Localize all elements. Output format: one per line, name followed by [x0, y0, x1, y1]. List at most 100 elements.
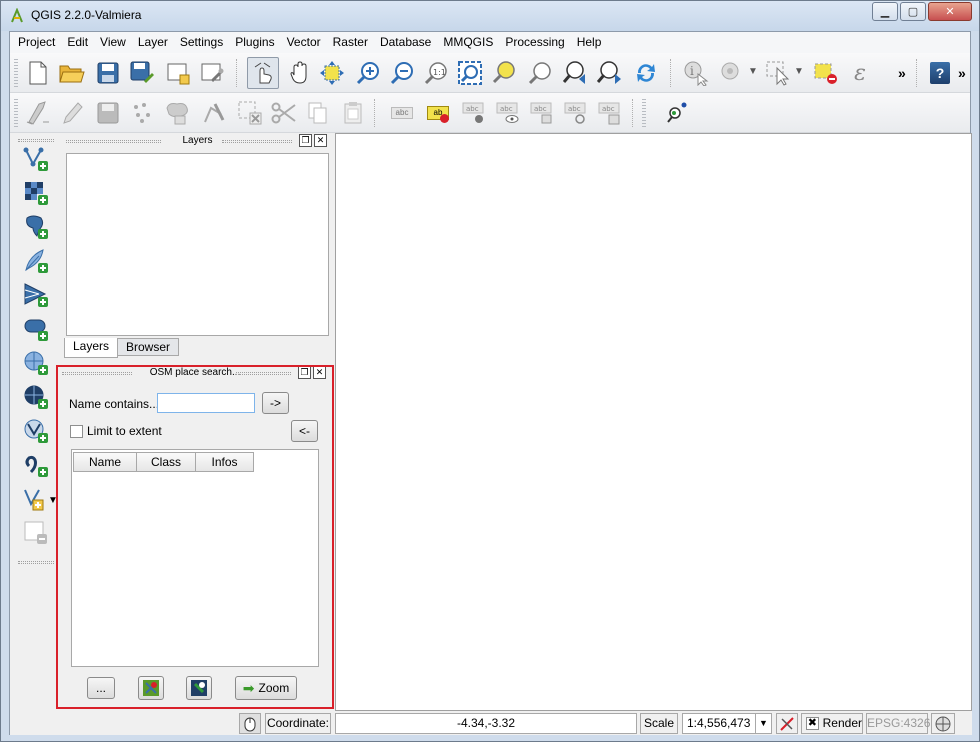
new-shapefile-icon[interactable] — [22, 485, 50, 513]
edit-pencil-icon[interactable] — [58, 99, 86, 127]
zoom-layer-icon[interactable] — [526, 59, 554, 87]
menu-mmqgis[interactable]: MMQGIS — [437, 32, 499, 53]
pan-icon[interactable] — [286, 59, 314, 87]
move-label-icon[interactable]: abc — [528, 99, 556, 127]
toolbar-grip[interactable] — [14, 59, 18, 87]
add-spatialite-layer-icon[interactable] — [22, 247, 50, 275]
add-postgis-layer-icon[interactable] — [22, 213, 50, 241]
layers-tree[interactable] — [66, 153, 329, 336]
svg-text:abc: abc — [568, 105, 581, 113]
save-project-icon[interactable] — [94, 59, 122, 87]
render-toggle[interactable]: ✖ Render — [801, 713, 863, 734]
cut-icon[interactable] — [270, 99, 298, 127]
tab-layers[interactable]: Layers — [64, 338, 119, 358]
stop-render-button[interactable] — [776, 713, 798, 734]
rotate-label-icon[interactable]: abc — [562, 99, 590, 127]
select-icon[interactable] — [764, 59, 792, 87]
stop-render-icon — [780, 716, 794, 731]
pin-label-icon[interactable]: abc — [460, 99, 488, 127]
copy-icon[interactable] — [304, 99, 332, 127]
crs-button[interactable] — [931, 713, 955, 734]
new-print-composer-icon[interactable] — [164, 59, 192, 87]
add-wfs-layer-icon[interactable] — [22, 417, 50, 445]
zoom-full-icon[interactable] — [456, 59, 484, 87]
add-oracle-layer-icon[interactable] — [22, 315, 50, 343]
add-mssql-layer-icon[interactable] — [22, 281, 50, 309]
highlight-box — [56, 365, 334, 709]
delete-selected-icon[interactable] — [236, 99, 264, 127]
remove-layer-icon[interactable] — [22, 519, 50, 547]
zoom-in-icon[interactable] — [354, 59, 382, 87]
add-raster-layer-icon[interactable] — [22, 179, 50, 207]
menu-processing[interactable]: Processing — [499, 32, 570, 53]
qgis-logo-icon — [11, 8, 23, 23]
help-icon[interactable]: ? — [926, 59, 954, 87]
touch-zoom-pan-icon[interactable] — [247, 57, 279, 89]
tab-browser[interactable]: Browser — [117, 338, 180, 356]
label-icon[interactable]: abc — [388, 99, 416, 127]
pan-to-selection-icon[interactable] — [318, 59, 346, 87]
layers-float-button[interactable]: ❐ — [299, 134, 312, 147]
layers-panel-title-bar[interactable]: Layers — [62, 133, 333, 149]
node-tool-icon[interactable] — [200, 99, 228, 127]
change-label-icon[interactable]: abc — [596, 99, 624, 127]
toggle-extents-button[interactable] — [239, 713, 261, 734]
menu-plugins[interactable]: Plugins — [229, 32, 280, 53]
scale-field[interactable]: 1:4,556,473 ▼ — [682, 713, 772, 734]
deselect-icon[interactable] — [812, 59, 840, 87]
new-project-icon[interactable] — [24, 59, 52, 87]
maximize-button[interactable]: ▢ — [900, 2, 926, 21]
add-delimited-text-icon[interactable] — [22, 451, 50, 479]
add-vector-layer-icon[interactable] — [22, 145, 50, 173]
digitize-icon[interactable] — [24, 99, 52, 127]
add-feature-icon[interactable] — [128, 99, 156, 127]
scale-dropdown-icon[interactable]: ▼ — [755, 714, 771, 733]
menu-view[interactable]: View — [94, 32, 132, 53]
crs-status[interactable]: EPSG:4326 — [866, 713, 930, 734]
minimize-button[interactable]: ▁ — [872, 2, 898, 21]
save-as-icon[interactable] — [128, 59, 156, 87]
label-highlight-icon[interactable]: ab — [424, 99, 452, 127]
add-wms-layer-icon[interactable] — [22, 349, 50, 377]
close-button[interactable]: ✕ — [928, 2, 972, 21]
map-canvas[interactable] — [335, 133, 972, 711]
menu-help[interactable]: Help — [571, 32, 608, 53]
menu-edit[interactable]: Edit — [61, 32, 94, 53]
open-project-icon[interactable] — [58, 59, 86, 87]
show-hide-label-icon[interactable]: abc — [494, 99, 522, 127]
zoom-actual-icon[interactable]: 1:1 — [422, 59, 450, 87]
menu-project[interactable]: Project — [12, 32, 61, 53]
title-bar[interactable]: QGIS 2.2.0-Valmiera ▁ ▢ ✕ — [1, 1, 979, 31]
toolbar-grip[interactable] — [14, 99, 18, 127]
identify-icon[interactable]: i — [682, 59, 710, 87]
zoom-next-icon[interactable] — [596, 59, 624, 87]
paste-icon[interactable] — [340, 99, 368, 127]
menu-raster[interactable]: Raster — [327, 32, 374, 53]
composer-manager-icon[interactable] — [198, 59, 226, 87]
add-wcs-layer-icon[interactable] — [22, 383, 50, 411]
render-checkbox[interactable]: ✖ — [806, 717, 819, 730]
refresh-icon[interactable] — [632, 59, 660, 87]
toolbar-overflow-icon-2[interactable]: » — [958, 65, 966, 81]
move-feature-icon[interactable] — [164, 99, 192, 127]
expression-select-icon[interactable]: ε — [846, 59, 874, 87]
toolbar-grip[interactable] — [18, 139, 54, 142]
toolbar-grip[interactable] — [18, 561, 54, 564]
menu-vector[interactable]: Vector — [281, 32, 327, 53]
measure-icon[interactable] — [718, 59, 746, 87]
menu-layer[interactable]: Layer — [132, 32, 174, 53]
zoom-out-icon[interactable] — [388, 59, 416, 87]
layers-close-button[interactable]: ✕ — [314, 134, 327, 147]
menu-database[interactable]: Database — [374, 32, 437, 53]
coordinate-field[interactable]: -4.34,-3.32 — [335, 713, 637, 734]
toolbar-grip[interactable] — [642, 99, 646, 127]
toolbar-overflow-icon[interactable]: » — [898, 65, 906, 81]
select-dropdown-icon[interactable]: ▼ — [794, 66, 804, 77]
save-edits-icon[interactable] — [94, 99, 122, 127]
osm-search-icon[interactable] — [664, 99, 692, 127]
menu-settings[interactable]: Settings — [174, 32, 229, 53]
zoom-selection-icon[interactable] — [490, 59, 518, 87]
zoom-last-icon[interactable] — [562, 59, 590, 87]
main-window: Project Edit View Layer Settings Plugins… — [9, 31, 972, 735]
measure-dropdown-icon[interactable]: ▼ — [748, 66, 758, 77]
